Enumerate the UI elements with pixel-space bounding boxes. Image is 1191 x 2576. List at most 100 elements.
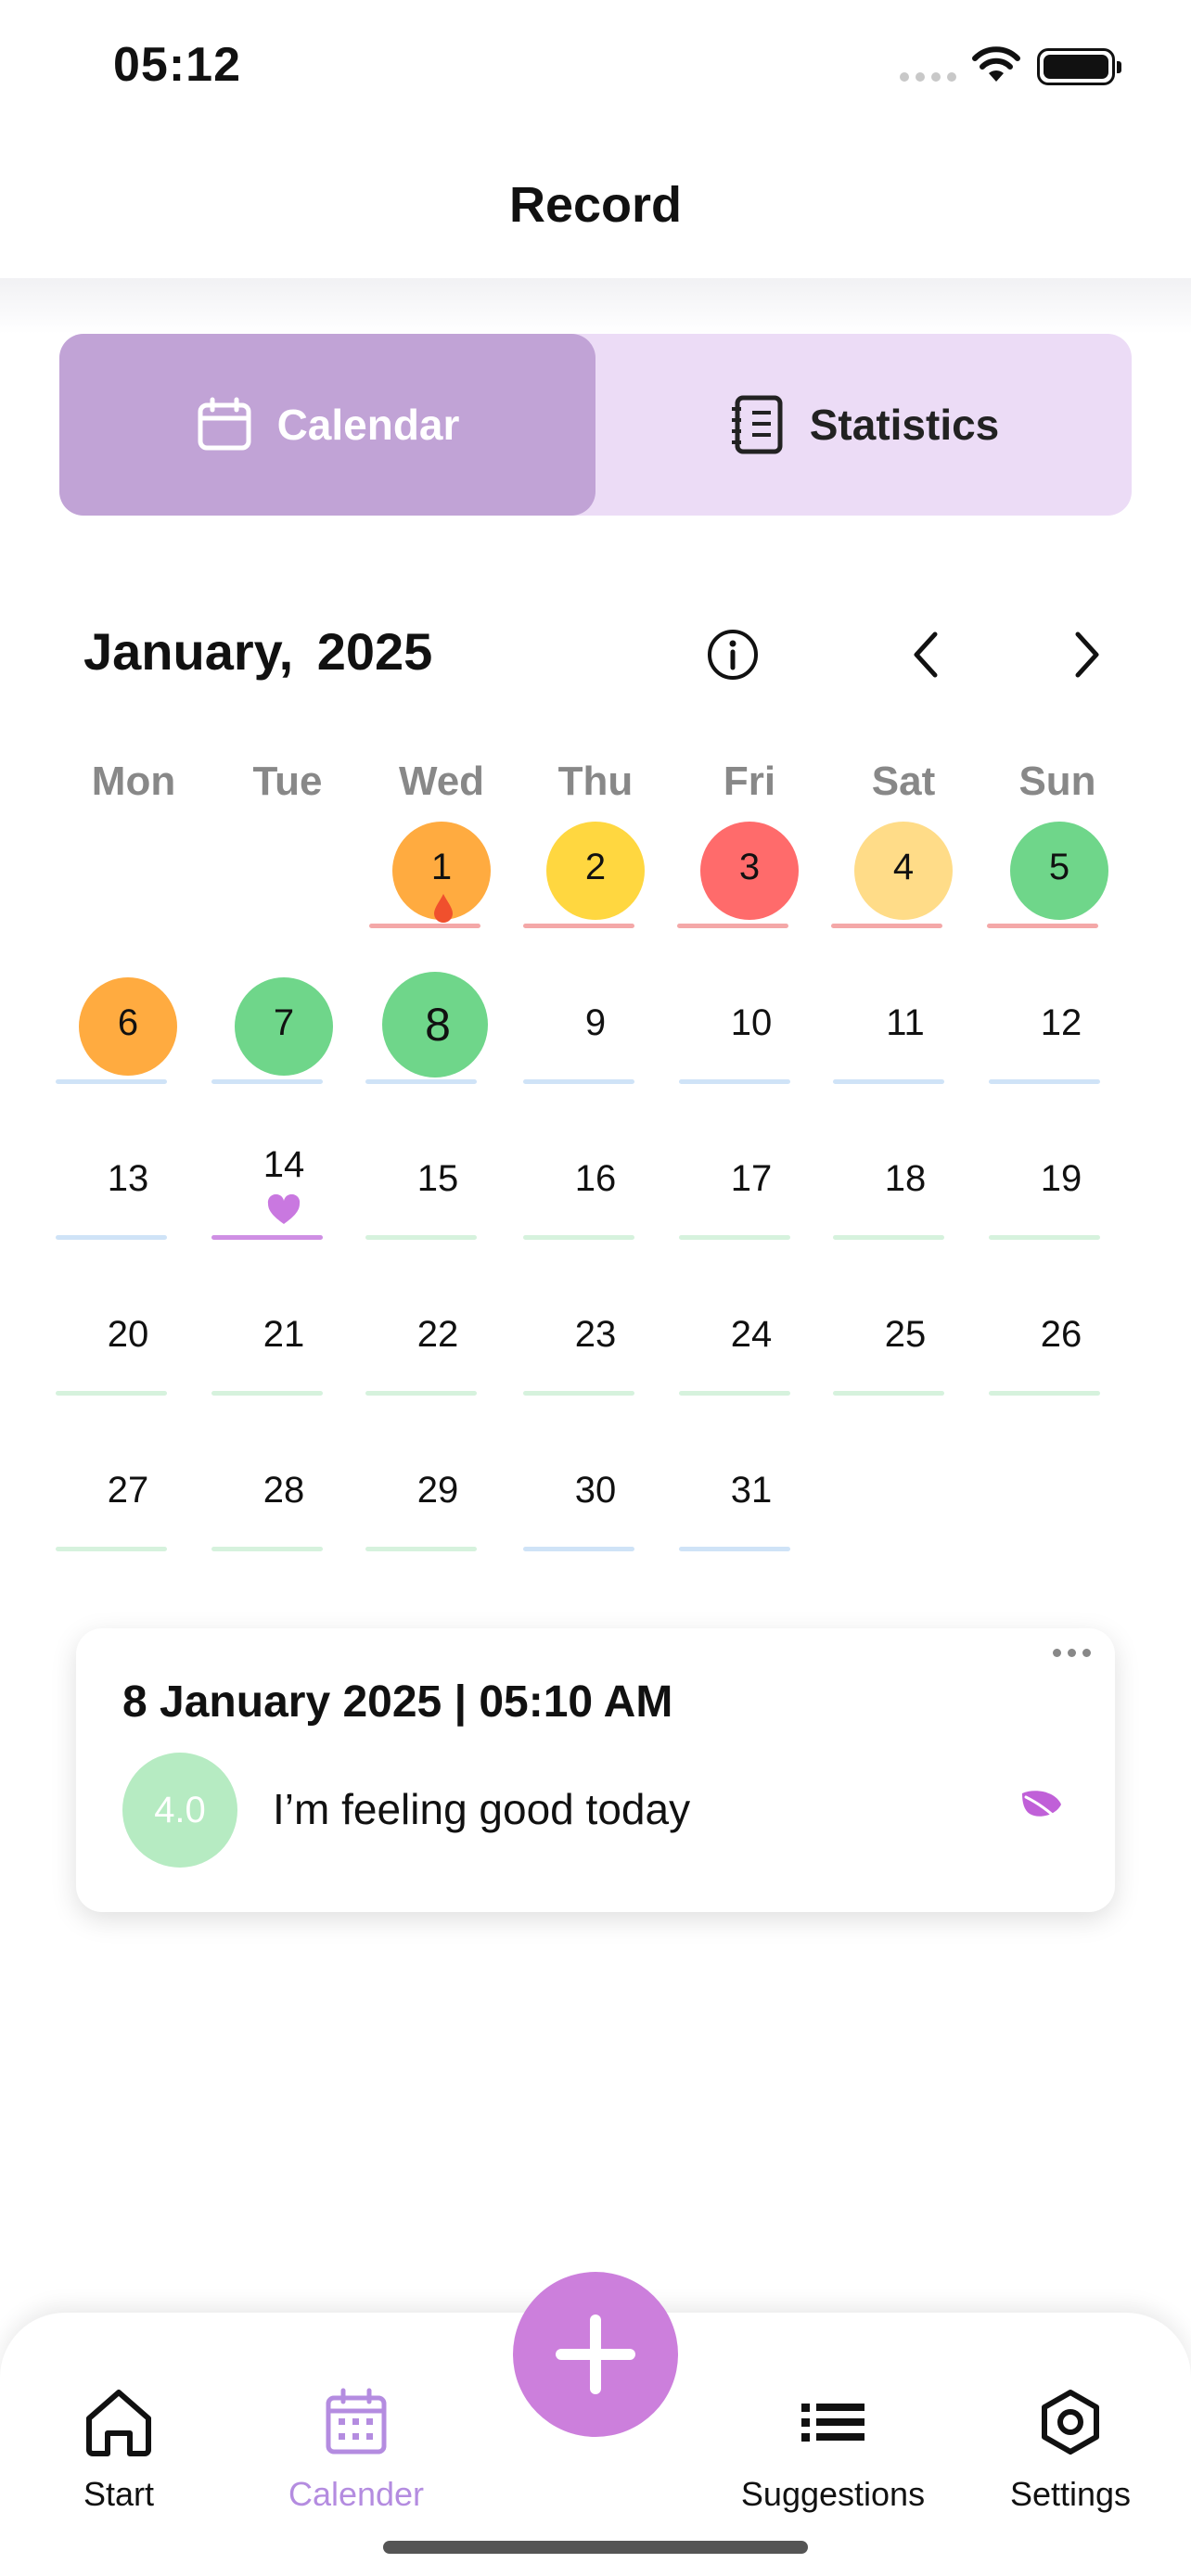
notebook-list-icon [731, 395, 783, 454]
calendar-day[interactable]: 3 [677, 816, 807, 928]
chevron-left-icon[interactable] [905, 627, 946, 682]
calendar-day[interactable]: 24 [679, 1283, 809, 1396]
calendar-day[interactable]: 14 [211, 1128, 341, 1240]
battery-icon [1037, 48, 1121, 85]
day-number: 9 [584, 1002, 607, 1043]
day-number: 16 [574, 1158, 617, 1199]
segment-calendar-button[interactable]: Calendar [59, 334, 596, 516]
tab-start[interactable]: Start [7, 2387, 230, 2514]
chevron-right-icon[interactable] [1067, 627, 1108, 682]
day-number: 13 [107, 1158, 149, 1199]
calendar-day[interactable]: 16 [523, 1128, 653, 1240]
calendar-day[interactable]: 31 [679, 1439, 809, 1551]
calendar-day[interactable]: 26 [989, 1283, 1119, 1396]
calendar-day[interactable]: 4 [831, 816, 961, 928]
calendar-day[interactable]: 18 [833, 1128, 963, 1240]
day-number: 17 [730, 1158, 773, 1199]
day-number: 5 [1048, 847, 1070, 887]
calendar-day[interactable]: 2 [523, 816, 653, 928]
weekday-mon: Mon [91, 759, 176, 804]
calendar-day[interactable]: 29 [365, 1439, 495, 1551]
tab-settings[interactable]: Settings [959, 2387, 1182, 2514]
day-number: 26 [1040, 1314, 1082, 1355]
day-underline [523, 1391, 634, 1396]
weekday-thu: Thu [557, 759, 634, 804]
calendar-day-selected[interactable]: 8 [365, 972, 495, 1084]
day-number: 8 [425, 999, 451, 1051]
day-number: 4 [892, 847, 915, 887]
settings-hexagon-icon [1042, 2390, 1099, 2455]
add-entry-button[interactable] [513, 2272, 678, 2437]
more-options-icon[interactable] [1053, 1649, 1091, 1657]
weekday-tue: Tue [252, 759, 323, 804]
day-underline [369, 924, 480, 928]
day-number: 23 [574, 1314, 617, 1355]
calendar-day[interactable]: 17 [679, 1128, 809, 1240]
day-underline [989, 1391, 1100, 1396]
weekday-sat: Sat [871, 759, 936, 804]
day-number: 30 [574, 1470, 617, 1511]
calendar-day[interactable]: 13 [56, 1128, 186, 1240]
header-divider [0, 278, 1191, 334]
calendar-day[interactable]: 12 [989, 972, 1119, 1084]
calendar-day[interactable]: 25 [833, 1283, 963, 1396]
day-number: 21 [263, 1314, 305, 1355]
day-number: 29 [416, 1470, 459, 1511]
segment-calendar-label: Calendar [276, 401, 460, 449]
calendar-day[interactable]: 27 [56, 1439, 186, 1551]
mood-entry-card[interactable]: 8 January 2025 | 05:10 AM 4.0 I’m feelin… [76, 1628, 1115, 1912]
tab-suggestions[interactable]: Suggestions [722, 2387, 944, 2514]
day-underline [679, 1547, 790, 1551]
tab-calendar[interactable]: Calender [245, 2387, 467, 2514]
view-segment-control: Calendar Statistics [59, 334, 1132, 516]
calendar-day[interactable]: 11 [833, 972, 963, 1084]
entry-datetime: 8 January 2025 | 05:10 AM [122, 1677, 673, 1727]
tab-start-label: Start [83, 2475, 155, 2513]
day-underline [211, 1079, 323, 1084]
calendar-day[interactable]: 19 [989, 1128, 1119, 1240]
calendar-day[interactable]: 9 [523, 972, 653, 1084]
segment-statistics-button[interactable]: Statistics [596, 334, 1132, 516]
calendar-day[interactable]: 23 [523, 1283, 653, 1396]
day-underline [365, 1079, 477, 1084]
calendar-grid-icon [326, 2388, 387, 2455]
day-underline [677, 924, 788, 928]
tab-calendar-label: Calender [288, 2475, 425, 2513]
calendar-day[interactable]: 1 [369, 816, 499, 928]
entry-note: I’m feeling good today [273, 1785, 691, 1833]
day-number: 14 [263, 1144, 305, 1185]
calendar-day[interactable]: 10 [679, 972, 809, 1084]
day-underline [211, 1391, 323, 1396]
day-underline [679, 1079, 790, 1084]
day-underline [56, 1547, 167, 1551]
calendar-day[interactable]: 28 [211, 1439, 341, 1551]
calendar-day[interactable]: 22 [365, 1283, 495, 1396]
day-number: 10 [730, 1002, 773, 1043]
day-underline [56, 1079, 167, 1084]
calendar-day[interactable]: 30 [523, 1439, 653, 1551]
day-number: 22 [416, 1314, 459, 1355]
home-icon [86, 2390, 151, 2456]
period-drop-icon [434, 894, 453, 923]
tab-suggestions-label: Suggestions [740, 2475, 926, 2513]
plus-icon [556, 2315, 635, 2394]
calendar-day[interactable]: 20 [56, 1283, 186, 1396]
day-underline [523, 1235, 634, 1240]
weekday-wed: Wed [398, 759, 485, 804]
calendar-day[interactable]: 5 [987, 816, 1117, 928]
home-indicator [383, 2541, 808, 2554]
heart-icon [267, 1194, 301, 1224]
day-underline [211, 1547, 323, 1551]
calendar-day[interactable]: 15 [365, 1128, 495, 1240]
day-underline [989, 1235, 1100, 1240]
day-number: 25 [884, 1314, 927, 1355]
calendar-day[interactable]: 7 [211, 972, 341, 1084]
calendar-day[interactable]: 21 [211, 1283, 341, 1396]
info-icon[interactable] [705, 627, 761, 682]
day-underline [679, 1391, 790, 1396]
wifi-icon [972, 46, 1020, 82]
calendar-day[interactable]: 6 [56, 972, 186, 1084]
status-time: 05:12 [113, 38, 241, 92]
day-underline [833, 1235, 944, 1240]
day-number: 15 [416, 1158, 459, 1199]
